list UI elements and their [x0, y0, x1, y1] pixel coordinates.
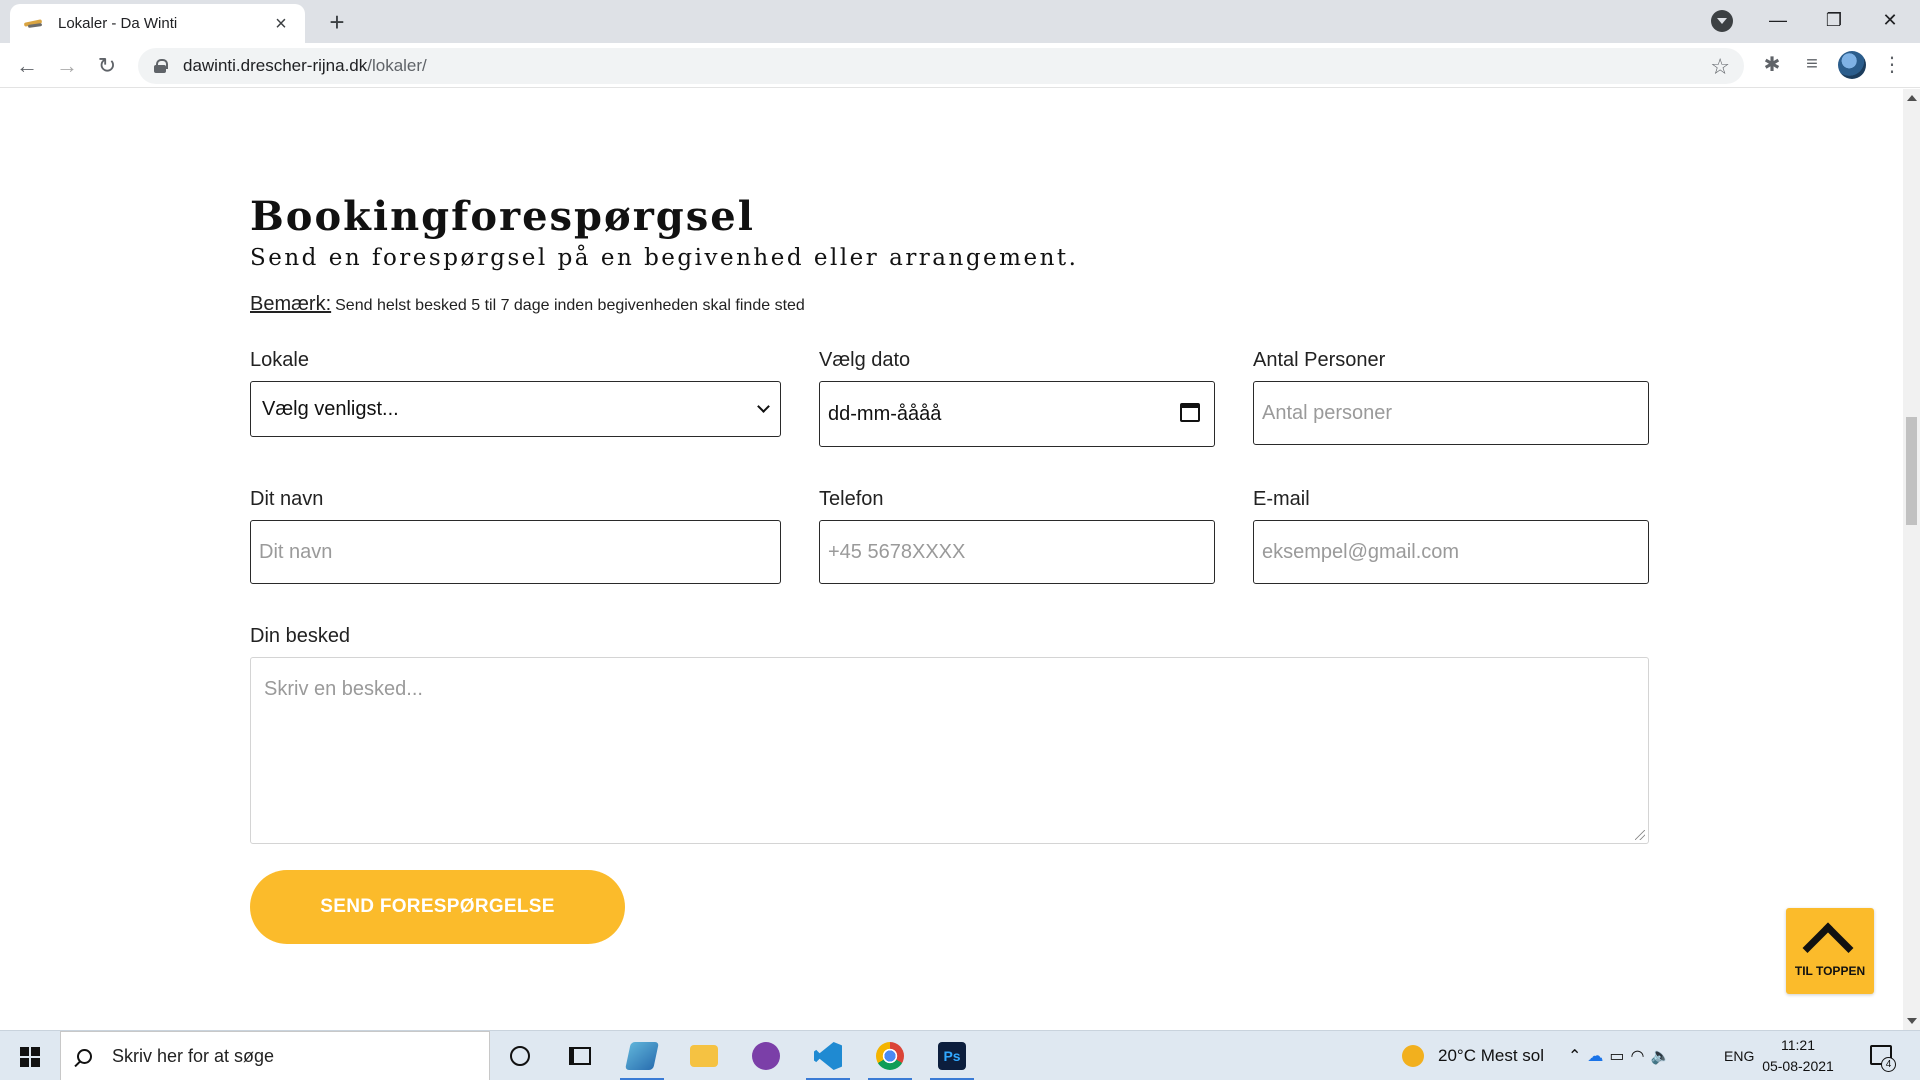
new-tab-button[interactable]: + — [322, 8, 352, 36]
restore-button[interactable]: ❐ — [1806, 0, 1862, 40]
notification-count-badge: 4 — [1881, 1057, 1896, 1072]
send-request-button[interactable]: SEND FORESPØRGELSE — [250, 870, 625, 944]
minimize-button[interactable]: — — [1750, 0, 1806, 40]
system-tray-icons[interactable]: ⌃ ☁ ▭ ◠ 🔈 — [1568, 1031, 1676, 1080]
note-label: Bemærk: — [250, 293, 332, 315]
browser-toolbar: ← → ↻ dawinti.drescher-rijna.dk/lokaler/… — [0, 43, 1920, 88]
file-explorer-icon[interactable] — [674, 1031, 734, 1080]
volume-icon: 🔈 — [1650, 1048, 1677, 1065]
lock-icon — [154, 59, 168, 73]
page-scrollbar[interactable] — [1903, 89, 1920, 1030]
telefon-label: Telefon — [819, 488, 884, 510]
navn-input[interactable]: Dit navn — [250, 520, 781, 584]
weather-sun-icon — [1402, 1045, 1424, 1067]
address-bar[interactable]: dawinti.drescher-rijna.dk/lokaler/ ☆ — [138, 48, 1744, 84]
browser-tab-strip: Lokaler - Da Winti × + — ❐ ✕ — [0, 0, 1920, 43]
besked-label: Din besked — [250, 625, 351, 647]
cortana-icon[interactable] — [490, 1031, 550, 1080]
windows-taskbar: Skriv her for at søge Ps 20°C Mest sol ⌃… — [0, 1030, 1920, 1080]
taskbar-clock[interactable]: 11:21 05-08-2021 — [1758, 1035, 1838, 1077]
photoshop-icon[interactable]: Ps — [922, 1031, 982, 1080]
resize-grip-icon[interactable] — [1635, 830, 1645, 840]
calendar-icon[interactable] — [1180, 403, 1200, 422]
telefon-input[interactable]: +45 5678XXXX — [819, 520, 1215, 584]
navn-label: Dit navn — [250, 488, 324, 510]
scrollbar-thumb[interactable] — [1906, 417, 1917, 525]
antal-label: Antal Personer — [1253, 349, 1386, 371]
tab-close-icon[interactable]: × — [271, 14, 291, 34]
scroll-up-icon[interactable] — [1907, 95, 1917, 101]
tab-title: Lokaler - Da Winti — [58, 15, 178, 32]
email-label: E-mail — [1253, 488, 1310, 510]
onedrive-cloud-icon: ☁ — [1587, 1048, 1610, 1065]
taskbar-search-box[interactable]: Skriv her for at søge — [60, 1031, 490, 1080]
windows-start-icon[interactable] — [20, 1047, 40, 1067]
language-indicator[interactable]: ENG — [1724, 1031, 1754, 1080]
tab-search-icon[interactable] — [1711, 10, 1733, 32]
reload-icon[interactable]: ↻ — [92, 51, 122, 81]
chevron-up-icon: ⌃ — [1568, 1048, 1588, 1065]
lokale-select[interactable]: Vælg venligst... — [250, 381, 781, 437]
url-text: dawinti.drescher-rijna.dk/lokaler/ — [183, 56, 427, 75]
to-top-button[interactable]: TIL TOPPEN — [1786, 908, 1874, 994]
close-window-button[interactable]: ✕ — [1862, 0, 1918, 40]
browser-menu-icon[interactable]: ⋮ — [1878, 50, 1906, 78]
sticky-app-icon[interactable] — [612, 1031, 672, 1080]
lokale-label: Lokale — [250, 349, 309, 371]
back-arrow-icon[interactable]: ← — [12, 51, 42, 81]
search-icon — [77, 1048, 92, 1064]
media-queue-icon[interactable]: ≡ — [1798, 50, 1826, 78]
page-subtitle: Send en forespørgsel på en begivenhed el… — [250, 245, 1079, 271]
forward-arrow-icon[interactable]: → — [52, 51, 82, 81]
note-text: Send helst besked 5 til 7 dage inden beg… — [335, 297, 805, 314]
scroll-down-icon[interactable] — [1907, 1018, 1917, 1024]
wifi-icon: ◠ — [1630, 1048, 1651, 1065]
task-view-icon[interactable] — [550, 1031, 610, 1080]
date-input[interactable]: dd-mm-åååå — [819, 381, 1215, 447]
booking-note: Bemærk: Send helst besked 5 til 7 dage in… — [250, 293, 805, 316]
page-title: Bookingforespørgsel — [250, 193, 755, 240]
antal-personer-input[interactable]: Antal personer — [1253, 381, 1649, 445]
chevron-down-icon — [757, 400, 770, 413]
weather-widget[interactable]: 20°C Mest sol — [1402, 1031, 1544, 1080]
bookmark-star-icon[interactable]: ☆ — [1710, 54, 1730, 80]
to-top-label: TIL TOPPEN — [1794, 964, 1866, 978]
profile-avatar[interactable] — [1838, 51, 1866, 79]
site-favicon-icon — [24, 18, 44, 30]
chrome-icon[interactable] — [860, 1031, 920, 1080]
extensions-puzzle-icon[interactable]: ✱ — [1758, 50, 1786, 78]
github-desktop-icon[interactable] — [736, 1031, 796, 1080]
dato-label: Vælg dato — [819, 349, 911, 371]
battery-icon: ▭ — [1609, 1048, 1631, 1065]
besked-textarea[interactable]: Skriv en besked... — [250, 657, 1649, 844]
email-input[interactable]: eksempel@gmail.com — [1253, 520, 1649, 584]
vs-code-icon[interactable] — [798, 1031, 858, 1080]
browser-tab-active[interactable]: Lokaler - Da Winti × — [10, 4, 305, 43]
